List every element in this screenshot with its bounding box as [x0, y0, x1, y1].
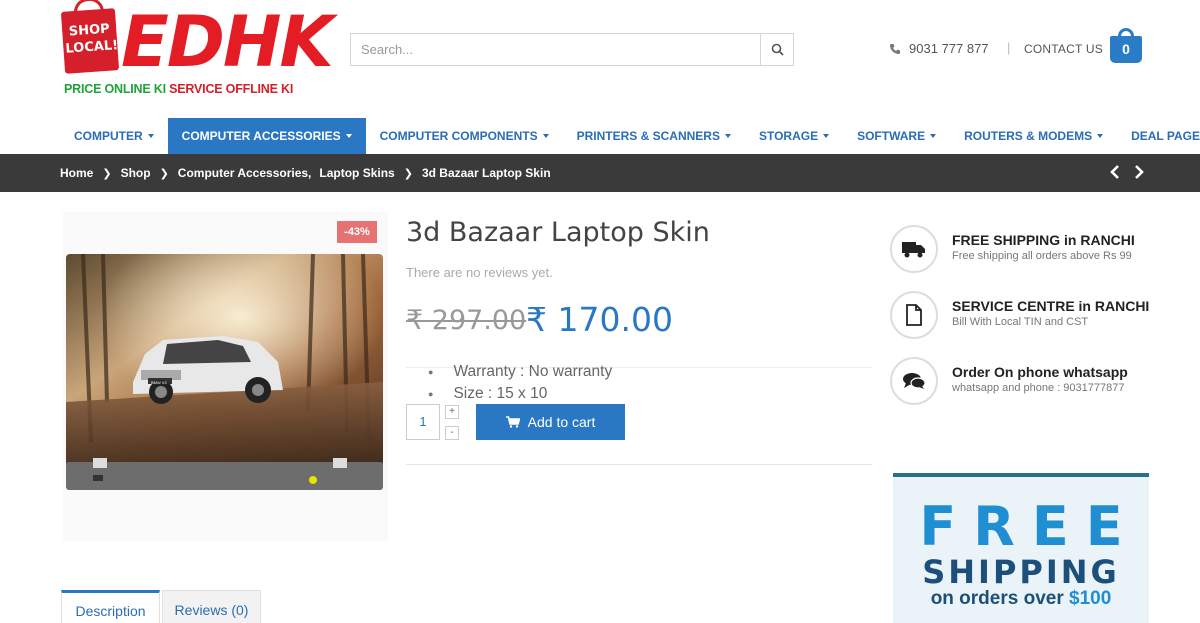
search-input[interactable] [351, 34, 760, 65]
chat-icon [903, 373, 926, 389]
phone-number: 9031 777 877 [909, 41, 989, 56]
quantity-plus-button[interactable]: + [445, 405, 459, 419]
nav-item-software[interactable]: SOFTWARE [843, 118, 950, 154]
feature-subtitle: Bill With Local TIN and CST [952, 316, 1089, 328]
banner-orders-prefix: on orders over [930, 588, 1070, 609]
caret-down-icon [147, 134, 154, 138]
shopping-bag-logo-icon: SHOP LOCAL! [60, 8, 120, 74]
old-price: ₹ 297.00 [406, 305, 527, 336]
nav-label: SOFTWARE [857, 129, 926, 143]
feature-icon-circle [890, 291, 938, 339]
quantity-minus-button[interactable]: - [445, 426, 459, 440]
search-bar [350, 33, 794, 66]
product-image[interactable]: BMW X3 [63, 212, 388, 542]
attribute-warranty: Warranty : No warranty [428, 361, 612, 383]
logo-tagline: PRICE ONLINE KI SERVICE OFFLINE KI [64, 82, 293, 96]
contact-us-link[interactable]: CONTACT US [1024, 42, 1103, 56]
feature-order-whatsapp: Order On phone whatsapp whatsapp and pho… [890, 357, 1190, 407]
header-phone[interactable]: 9031 777 877 [889, 41, 989, 56]
breadcrumb: Home ❯ Shop ❯ Computer Accessories, Lapt… [60, 166, 551, 180]
feature-title: Order On phone whatsapp [952, 364, 1128, 380]
nav-item-storage[interactable]: STORAGE [745, 118, 843, 154]
nav-item-computer-accessories[interactable]: COMPUTER ACCESSORIES [167, 118, 366, 154]
feature-icon-circle [890, 225, 938, 273]
nav-item-computer-components[interactable]: COMPUTER COMPONENTS [366, 118, 563, 154]
product-navigation [1110, 164, 1144, 180]
search-button[interactable] [760, 34, 793, 65]
breadcrumb-current: 3d Bazaar Laptop Skin [421, 166, 551, 180]
nav-item-printers-scanners[interactable]: PRINTERS & SCANNERS [563, 118, 745, 154]
feature-subtitle: Free shipping all orders above Rs 99 [952, 250, 1132, 262]
banner-orders-amount: $100 [1069, 588, 1112, 609]
add-to-cart-button[interactable]: Add to cart [476, 404, 625, 440]
nav-item-deal-page[interactable]: DEAL PAGE [1117, 118, 1200, 154]
cart-icon [505, 416, 520, 428]
breadcrumb-bar: Home ❯ Shop ❯ Computer Accessories, Lapt… [0, 154, 1200, 192]
feature-icon-circle [890, 357, 938, 405]
logo-bag-text: SHOP LOCAL! [64, 21, 119, 57]
cart-count: 0 [1122, 41, 1130, 57]
nav-label: ROUTERS & MODEMS [964, 129, 1093, 143]
tab-description[interactable]: Description [61, 590, 160, 623]
divider [406, 464, 872, 465]
caret-down-icon [1097, 134, 1104, 138]
chevron-right-icon: ❯ [159, 167, 169, 180]
product-title: 3d Bazaar Laptop Skin [406, 217, 710, 248]
logo-tagline-red: SERVICE OFFLINE KI [169, 82, 294, 96]
attribute-size: Size : 15 x 10 [428, 383, 612, 405]
logo-tagline-green: PRICE ONLINE KI [64, 82, 166, 96]
next-product-icon[interactable] [1134, 164, 1144, 180]
banner-free-text: FREE [919, 495, 1140, 558]
nav-label: COMPUTER COMPONENTS [379, 129, 538, 143]
logo-wordmark: EDHK [121, 1, 334, 83]
tab-reviews[interactable]: Reviews (0) [162, 590, 261, 623]
header-separator: | [1007, 40, 1011, 55]
feature-service-centre: SERVICE CENTRE in RANCHI Bill With Local… [890, 291, 1190, 341]
chevron-right-icon: ❯ [403, 167, 413, 180]
free-shipping-banner[interactable]: FREE SHIPPING on orders over $100 [893, 473, 1149, 623]
sale-price: ₹ 170.00 [526, 300, 673, 339]
breadcrumb-computer-accessories[interactable]: Computer Accessories, [178, 166, 312, 180]
main-nav: COMPUTER COMPUTER ACCESSORIES COMPUTER C… [60, 118, 1200, 154]
laptop-skin-image: BMW X3 [66, 253, 383, 490]
breadcrumb-home[interactable]: Home [60, 166, 93, 180]
nav-label: DEAL PAGE [1131, 129, 1200, 143]
cart-button[interactable]: 0 [1110, 28, 1142, 64]
nav-item-computer[interactable]: COMPUTER [60, 118, 168, 154]
site-logo[interactable]: SHOP LOCAL! EDHK PRICE ONLINE KI SERVICE… [60, 2, 334, 96]
sale-badge: -43% [337, 221, 377, 243]
feature-title: SERVICE CENTRE in RANCHI [952, 298, 1150, 314]
car-plate: BMW X3 [151, 380, 168, 385]
previous-product-icon[interactable] [1110, 164, 1120, 180]
nav-label: PRINTERS & SCANNERS [576, 129, 720, 143]
banner-orders-text: on orders over $100 [893, 588, 1149, 610]
caret-down-icon [724, 134, 731, 138]
truck-icon [902, 242, 925, 258]
caret-down-icon [345, 134, 352, 138]
reviews-text: There are no reviews yet. [406, 265, 553, 280]
nav-label: COMPUTER [74, 129, 143, 143]
breadcrumb-laptop-skins[interactable]: Laptop Skins [319, 166, 394, 180]
search-icon [771, 43, 784, 56]
feature-free-shipping: FREE SHIPPING in RANCHI Free shipping al… [890, 225, 1190, 275]
caret-down-icon [542, 134, 549, 138]
caret-down-icon [823, 134, 830, 138]
add-to-cart-label: Add to cart [527, 414, 596, 430]
caret-down-icon [930, 134, 937, 138]
nav-label: COMPUTER ACCESSORIES [181, 129, 341, 143]
document-icon [906, 304, 922, 326]
chevron-right-icon: ❯ [102, 167, 112, 180]
phone-icon [890, 43, 900, 54]
nav-item-routers-modems[interactable]: ROUTERS & MODEMS [950, 118, 1117, 154]
feature-title: FREE SHIPPING in RANCHI [952, 232, 1135, 248]
feature-subtitle: whatsapp and phone : 9031777877 [952, 382, 1125, 394]
product-attributes: Warranty : No warranty Size : 15 x 10 [428, 361, 612, 405]
quantity-input[interactable]: 1 [406, 404, 440, 440]
banner-shipping-text: SHIPPING [922, 553, 1120, 591]
nav-label: STORAGE [758, 129, 819, 143]
breadcrumb-shop[interactable]: Shop [121, 166, 151, 180]
